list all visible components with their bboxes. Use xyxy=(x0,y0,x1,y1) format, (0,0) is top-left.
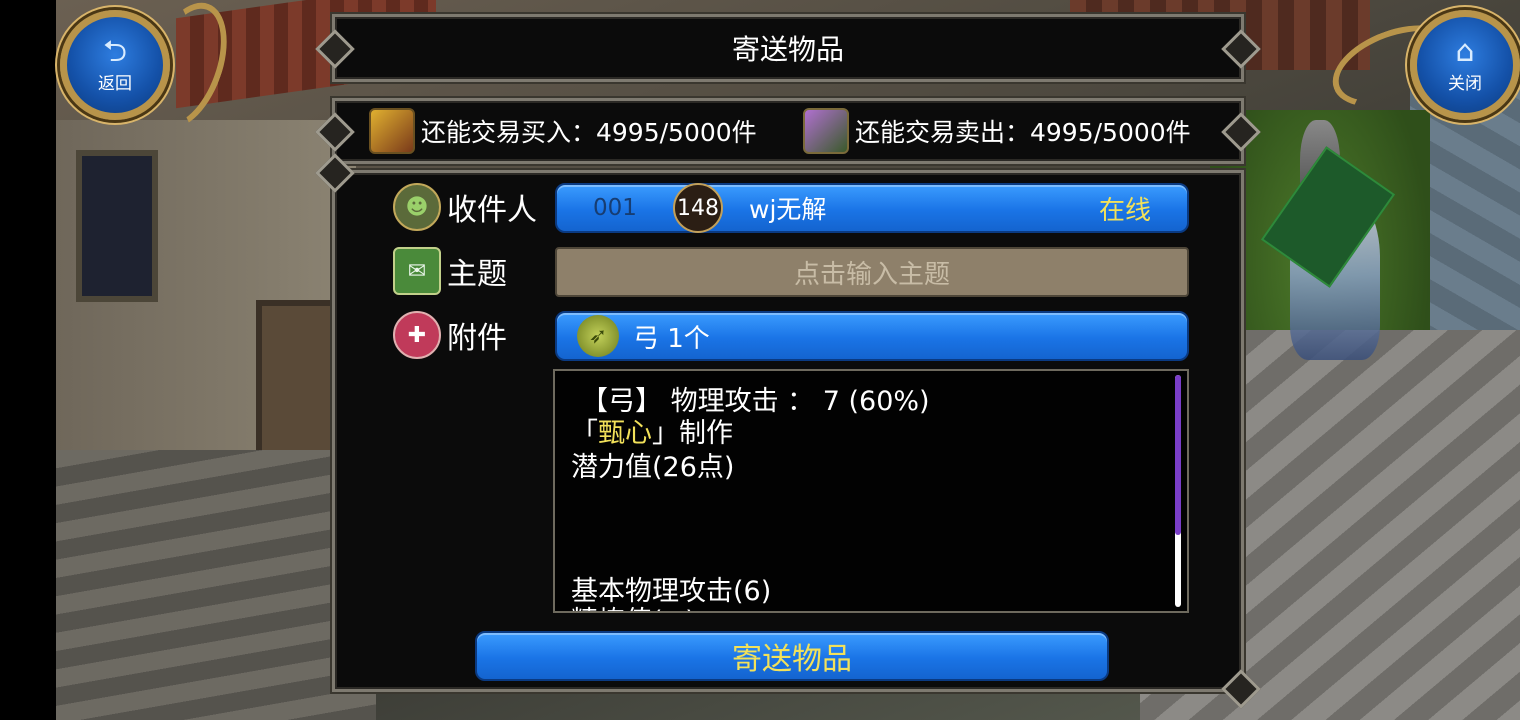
buy-quota: 还能交易买入：4995/5000件 xyxy=(369,107,757,155)
dialog-title: 寄送物品 xyxy=(731,33,844,66)
buy-quota-text: 还能交易买入：4995/5000件 xyxy=(421,118,757,147)
bow-icon: ➶ xyxy=(577,315,619,357)
attachment-name: 弓 1个 xyxy=(633,323,710,354)
subject-input[interactable]: 点击输入主题 xyxy=(555,247,1189,297)
item-potential-line: 潜力值(26点) xyxy=(571,452,735,483)
home-icon: ⌂ xyxy=(1455,33,1475,69)
recipient-field[interactable]: 001 148 wj无解 在线 xyxy=(555,183,1189,233)
recipient-level-badge: 148 xyxy=(673,183,723,233)
attachment-label-row: ✚ 附件 xyxy=(393,311,507,359)
attachment-field[interactable]: ➶ 弓 1个 xyxy=(555,311,1189,361)
envelope-icon: ✉ xyxy=(393,247,441,295)
back-label: 返回 xyxy=(98,73,132,94)
sell-quota-text: 还能交易卖出：4995/5000件 xyxy=(855,118,1191,147)
subject-label-row: ✉ 主题 xyxy=(393,247,507,295)
description-scrollbar-thumb[interactable] xyxy=(1175,375,1181,535)
trade-quota-bar: 还能交易买入：4995/5000件 还能交易卖出：4995/5000件 xyxy=(332,98,1244,164)
dialog-title-bar: 寄送物品 xyxy=(332,14,1244,82)
close-label: 关闭 xyxy=(1448,73,1482,94)
recipient-id: 001 xyxy=(593,195,637,221)
close-button[interactable]: ⌂ 关闭 xyxy=(1410,10,1520,120)
item-description-box[interactable]: 【弓】 物理攻击 ： 7 (60%) 「甄心」制作 潜力值(26点) 基本物理攻… xyxy=(553,369,1189,613)
recipient-status: 在线 xyxy=(1098,195,1151,226)
treasure-chest-icon xyxy=(369,108,415,154)
sell-quota: 还能交易卖出：4995/5000件 xyxy=(803,107,1191,155)
mail-form-panel: ☻ 收件人 001 148 wj无解 在线 ✉ 主题 点击输入主题 ✚ 附件 ➶… xyxy=(332,170,1244,692)
recipient-name: wj无解 xyxy=(749,195,827,224)
scene-window xyxy=(76,150,158,302)
gift-box-icon: ✚ xyxy=(393,311,441,359)
shop-stall-icon xyxy=(803,108,849,154)
friends-icon: ☻ xyxy=(393,183,441,231)
subject-placeholder: 点击输入主题 xyxy=(793,259,950,290)
item-refine-line: 精炼值(+) xyxy=(571,599,696,611)
attachment-label: 附件 xyxy=(447,321,507,356)
scene-stairs xyxy=(56,450,376,720)
back-arrow-icon: ⮌ xyxy=(102,33,128,69)
back-button[interactable]: ⮌ 返回 xyxy=(60,10,170,120)
recipient-label: 收件人 xyxy=(447,193,537,228)
send-item-button[interactable]: 寄送物品 xyxy=(475,631,1109,681)
subject-label: 主题 xyxy=(447,257,507,292)
recipient-label-row: ☻ 收件人 xyxy=(393,183,537,231)
